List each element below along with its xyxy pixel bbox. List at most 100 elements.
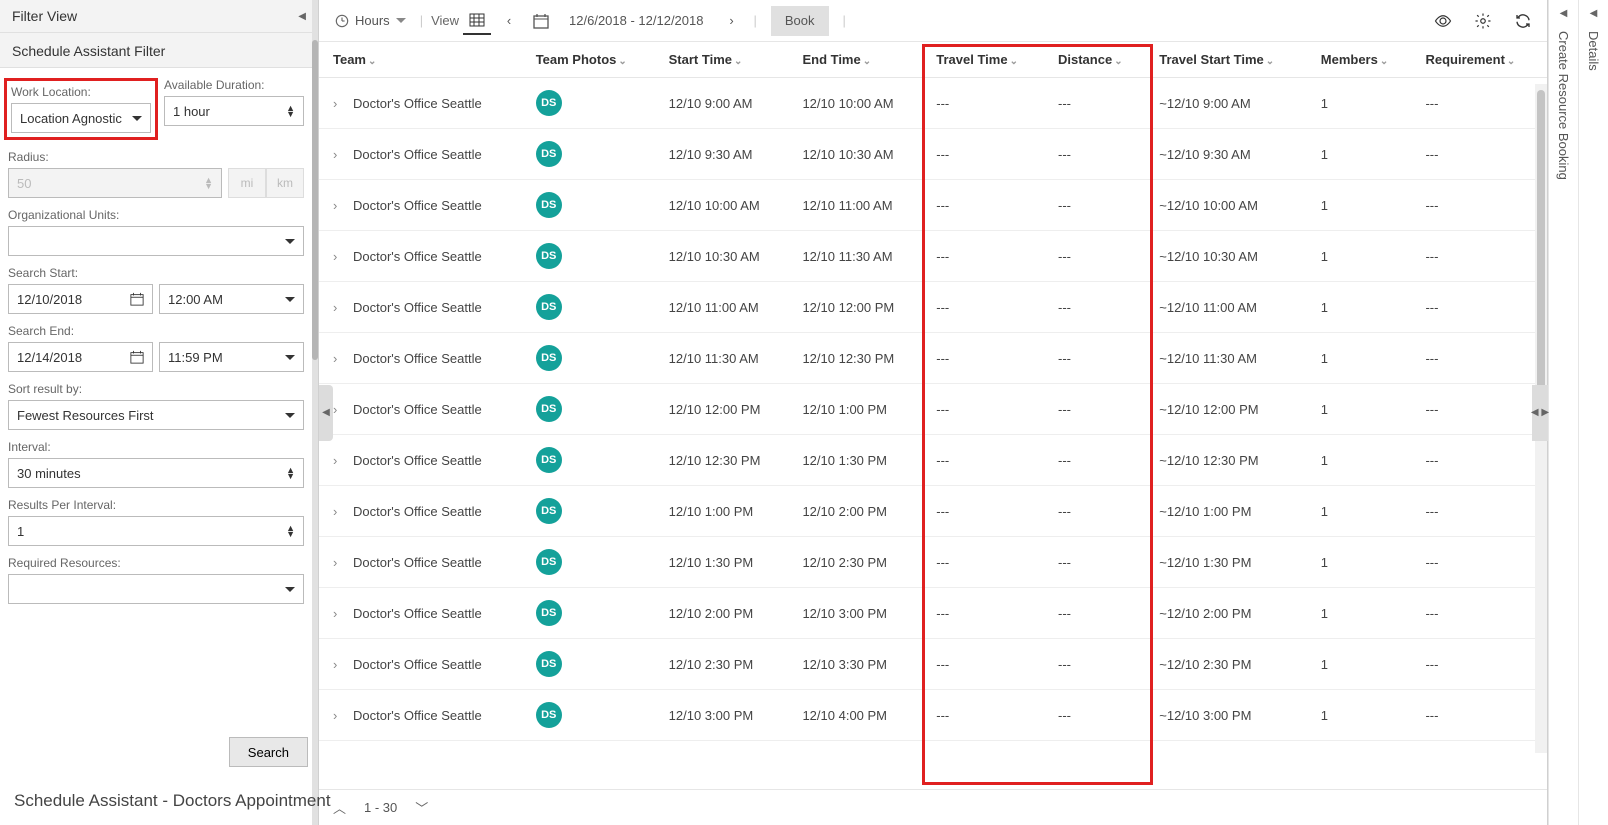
required-resources-select[interactable] [8,574,304,604]
results-per-interval-value: 1 [17,524,24,539]
right-splitter[interactable]: ◀ ▶ [1532,385,1548,441]
next-button[interactable]: › [717,7,745,35]
chevron-right-icon[interactable]: › [333,96,345,111]
search-button[interactable]: Search [229,737,308,767]
sort-result-select[interactable]: Fewest Resources First [8,400,304,430]
refresh-icon [1514,12,1532,30]
cell-distance: --- [1048,384,1149,435]
work-location-select[interactable]: Location Agnostic [11,103,151,133]
cell-start-time: 12/10 3:00 PM [659,690,793,741]
pager-up-icon[interactable]: ︿ [333,798,346,817]
col-team-photos[interactable]: Team Photos⌄ [526,42,659,78]
cell-distance: --- [1048,129,1149,180]
cell-travel-time: --- [926,129,1048,180]
table-row[interactable]: ›Doctor's Office Seattle DS 12/10 11:00 … [319,282,1547,333]
avatar: DS [536,651,562,677]
org-units-select[interactable] [8,226,304,256]
cell-end-time: 12/10 4:00 PM [792,690,926,741]
cell-distance: --- [1048,537,1149,588]
table-row[interactable]: ›Doctor's Office Seattle DS 12/10 10:30 … [319,231,1547,282]
chevron-right-icon[interactable]: › [333,300,345,315]
cell-distance: --- [1048,282,1149,333]
cell-requirement: --- [1415,78,1547,129]
cell-team: Doctor's Office Seattle [353,708,482,723]
cell-start-time: 12/10 11:00 AM [659,282,793,333]
collapse-left-icon[interactable]: ◀ [298,11,306,22]
chevron-right-icon: › [729,13,733,28]
cell-members: 1 [1311,384,1416,435]
table-row[interactable]: ›Doctor's Office Seattle DS 12/10 2:00 P… [319,588,1547,639]
search-start-time-value: 12:00 AM [168,292,223,307]
table-row[interactable]: ›Doctor's Office Seattle DS 12/10 9:00 A… [319,78,1547,129]
col-members[interactable]: Members⌄ [1311,42,1416,78]
cell-travel-time: --- [926,384,1048,435]
prev-button[interactable]: ‹ [495,7,523,35]
chevron-right-icon[interactable]: › [333,555,345,570]
create-resource-booking-rail[interactable]: ◀ Create Resource Booking [1548,0,1578,825]
chevron-right-icon[interactable]: › [333,147,345,162]
table-row[interactable]: ›Doctor's Office Seattle DS 12/10 10:00 … [319,180,1547,231]
sort-result-label: Sort result by: [8,382,304,396]
col-travel-time[interactable]: Travel Time⌄ [926,42,1048,78]
cell-requirement: --- [1415,231,1547,282]
chevron-right-icon[interactable]: › [333,351,345,366]
search-end-time-input[interactable]: 11:59 PM [159,342,304,372]
cell-requirement: --- [1415,486,1547,537]
cell-team: Doctor's Office Seattle [353,249,482,264]
cell-travel-time: --- [926,78,1048,129]
table-row[interactable]: ›Doctor's Office Seattle DS 12/10 12:30 … [319,435,1547,486]
sidebar-splitter[interactable]: ◀ [319,385,333,441]
refresh-button[interactable] [1509,7,1537,35]
cell-team: Doctor's Office Seattle [353,555,482,570]
cell-end-time: 12/10 1:30 PM [792,435,926,486]
pager-down-icon[interactable]: ﹀ [415,798,428,817]
table-row[interactable]: ›Doctor's Office Seattle DS 12/10 9:30 A… [319,129,1547,180]
cell-end-time: 12/10 12:30 PM [792,333,926,384]
col-team[interactable]: Team⌄ [319,42,526,78]
table-row[interactable]: ›Doctor's Office Seattle DS 12/10 12:00 … [319,384,1547,435]
avatar: DS [536,447,562,473]
details-rail[interactable]: ◀ Details [1578,0,1608,825]
cell-requirement: --- [1415,282,1547,333]
cell-travel-start-time: ~12/10 10:30 AM [1149,231,1311,282]
book-button[interactable]: Book [771,6,829,36]
visibility-button[interactable] [1429,7,1457,35]
cell-start-time: 12/10 10:30 AM [659,231,793,282]
table-row[interactable]: ›Doctor's Office Seattle DS 12/10 11:30 … [319,333,1547,384]
available-duration-input[interactable]: 1 hour ▲▼ [164,96,304,126]
interval-input[interactable]: 30 minutes ▲▼ [8,458,304,488]
chevron-right-icon[interactable]: › [333,504,345,519]
cell-start-time: 12/10 11:30 AM [659,333,793,384]
view-grid-button[interactable] [463,7,491,35]
sidebar-scrollbar[interactable] [312,0,318,825]
settings-button[interactable] [1469,7,1497,35]
chevron-right-icon[interactable]: › [333,657,345,672]
sort-result-value: Fewest Resources First [17,408,154,423]
table-row[interactable]: ›Doctor's Office Seattle DS 12/10 1:00 P… [319,486,1547,537]
table-row[interactable]: ›Doctor's Office Seattle DS 12/10 1:30 P… [319,537,1547,588]
cell-team: Doctor's Office Seattle [353,504,482,519]
search-start-time-input[interactable]: 12:00 AM [159,284,304,314]
hours-dropdown[interactable]: Hours [329,7,412,35]
chevron-right-icon[interactable]: › [333,453,345,468]
search-end-date-input[interactable]: 12/14/2018 [8,342,153,372]
chevron-right-icon[interactable]: › [333,198,345,213]
chevron-right-icon[interactable]: › [333,402,345,417]
col-distance[interactable]: Distance⌄ [1048,42,1149,78]
search-start-date-input[interactable]: 12/10/2018 [8,284,153,314]
cell-requirement: --- [1415,384,1547,435]
cell-travel-start-time: ~12/10 12:30 PM [1149,435,1311,486]
col-start-time[interactable]: Start Time⌄ [659,42,793,78]
chevron-right-icon[interactable]: › [333,708,345,723]
col-requirement[interactable]: Requirement⌄ [1415,42,1547,78]
col-travel-start-time[interactable]: Travel Start Time⌄ [1149,42,1311,78]
table-row[interactable]: ›Doctor's Office Seattle DS 12/10 3:00 P… [319,690,1547,741]
chevron-right-icon[interactable]: › [333,249,345,264]
col-end-time[interactable]: End Time⌄ [792,42,926,78]
chevron-right-icon[interactable]: › [333,606,345,621]
cell-start-time: 12/10 1:30 PM [659,537,793,588]
table-row[interactable]: ›Doctor's Office Seattle DS 12/10 2:30 P… [319,639,1547,690]
results-per-interval-input[interactable]: 1 ▲▼ [8,516,304,546]
cell-members: 1 [1311,78,1416,129]
calendar-button[interactable] [527,7,555,35]
